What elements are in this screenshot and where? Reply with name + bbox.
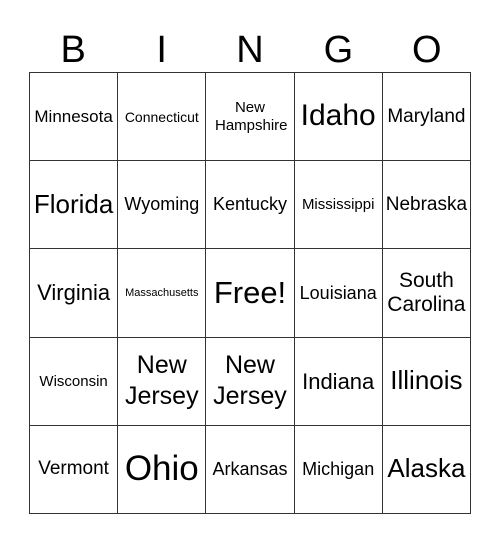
bingo-cell[interactable]: Minnesota: [30, 73, 119, 162]
cell-label: New Jersey: [124, 350, 199, 411]
cell-label: Minnesota: [34, 106, 113, 126]
cell-label: South Carolina: [387, 268, 466, 316]
bingo-board: Minnesota Connecticut New Hampshire Idah…: [29, 72, 471, 514]
bingo-cell[interactable]: Michigan: [294, 425, 383, 514]
cell-label: Kentucky: [212, 194, 288, 215]
bingo-cell[interactable]: Vermont: [30, 425, 119, 514]
bingo-header: B I N G O: [29, 28, 471, 72]
cell-label: Free!: [213, 275, 287, 311]
header-letter-b: B: [60, 29, 86, 71]
header-letter-g: G: [323, 29, 354, 71]
bingo-cell[interactable]: Alaska: [382, 425, 471, 514]
cell-label: Illinois: [390, 365, 463, 396]
cell-label: Idaho: [300, 99, 376, 133]
cell-label: New Jersey: [213, 350, 287, 411]
bingo-cell[interactable]: Louisiana: [294, 249, 383, 338]
cell-label: Virginia: [37, 280, 111, 306]
cell-label: Nebraska: [385, 193, 468, 215]
cell-label: Michigan: [302, 459, 375, 480]
bingo-cell[interactable]: Wisconsin: [30, 337, 119, 426]
cell-label: Connecticut: [124, 108, 199, 125]
cell-label: Maryland: [387, 105, 466, 127]
cell-label: New Hampshire: [214, 99, 288, 134]
bingo-cell[interactable]: Illinois: [382, 337, 471, 426]
bingo-cell[interactable]: Mississippi: [294, 161, 383, 250]
bingo-cell[interactable]: Virginia: [30, 249, 119, 338]
cell-label: Wyoming: [124, 194, 200, 215]
cell-label: Florida: [33, 188, 114, 219]
cell-label: Mississippi: [301, 196, 375, 214]
bingo-cell[interactable]: Wyoming: [118, 161, 207, 250]
bingo-cell[interactable]: Indiana: [294, 337, 383, 426]
cell-label: Wisconsin: [39, 372, 108, 390]
bingo-cell[interactable]: Maryland: [382, 73, 471, 162]
cell-label: Alaska: [387, 453, 466, 484]
bingo-cell[interactable]: Idaho: [294, 73, 383, 162]
free-space-cell[interactable]: Free!: [206, 249, 295, 338]
cell-label: Vermont: [38, 458, 109, 480]
bingo-cell[interactable]: New Jersey: [118, 337, 207, 426]
cell-label: Massachusetts: [125, 286, 199, 299]
header-letter-n: N: [236, 29, 264, 71]
bingo-cell[interactable]: Massachusetts: [118, 249, 207, 338]
cell-label: Indiana: [302, 368, 375, 394]
bingo-cell[interactable]: Arkansas: [206, 425, 295, 514]
bingo-cell[interactable]: Nebraska: [382, 161, 471, 250]
cell-label: Ohio: [124, 449, 199, 489]
header-letter-o: O: [412, 29, 442, 71]
cell-label: Arkansas: [212, 459, 288, 480]
bingo-cell[interactable]: Connecticut: [118, 73, 207, 162]
bingo-cell[interactable]: New Jersey: [206, 337, 295, 426]
header-letter-i: I: [156, 29, 167, 71]
bingo-cell[interactable]: Ohio: [118, 425, 207, 514]
bingo-cell[interactable]: New Hampshire: [206, 73, 295, 162]
bingo-cell[interactable]: South Carolina: [382, 249, 471, 338]
bingo-cell[interactable]: Kentucky: [206, 161, 295, 250]
cell-label: Louisiana: [299, 282, 377, 303]
bingo-cell[interactable]: Florida: [30, 161, 119, 250]
